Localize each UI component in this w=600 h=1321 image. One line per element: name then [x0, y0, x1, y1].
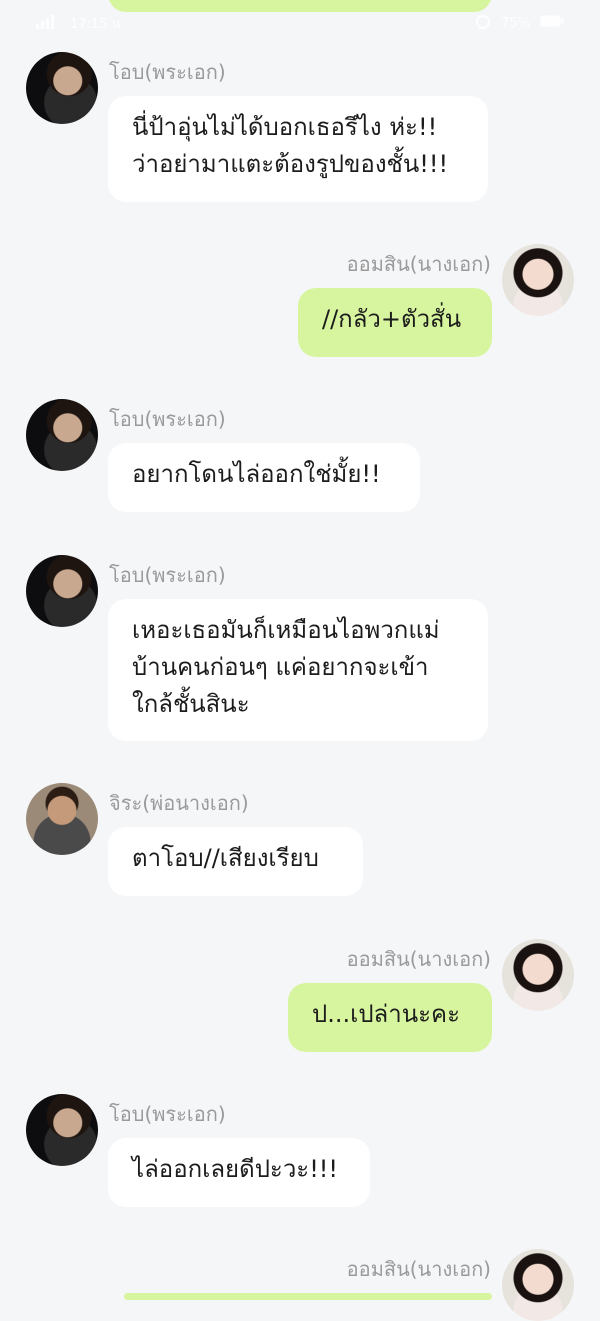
battery-icon	[540, 15, 564, 31]
sender-name: โอบ(พระเอก)	[109, 563, 226, 587]
avatar[interactable]	[502, 939, 574, 1011]
message-bubble[interactable]: เหอะเธอมันก็เหมือนไอพวกแม่ บ้านคนก่อนๆ แ…	[108, 599, 488, 741]
status-time: 17:15 น.	[70, 17, 125, 32]
sender-name: จิระ(พ่อนางเอก)	[109, 791, 249, 815]
message-bubble[interactable]	[124, 1293, 492, 1300]
avatar[interactable]	[26, 1094, 98, 1166]
sender-name: โอบ(พระเอก)	[109, 60, 226, 84]
avatar[interactable]	[502, 1249, 574, 1321]
status-bar: 17:15 น. 75%	[0, 0, 600, 44]
sender-name: โอบ(พระเอก)	[109, 407, 226, 431]
avatar[interactable]	[26, 783, 98, 855]
message-bubble[interactable]: นี่ป้าอุ่นไม่ได้บอกเธอรึไง ห่ะ!! ว่าอย่า…	[108, 96, 488, 202]
avatar[interactable]	[26, 399, 98, 471]
battery-percent: 75%	[501, 15, 530, 31]
avatar[interactable]	[26, 52, 98, 124]
sender-name: โอบ(พระเอก)	[109, 1102, 226, 1126]
message-bubble[interactable]: ไล่ออกเลยดีปะวะ!!!	[108, 1138, 370, 1207]
sender-name: ออมสิน(นางเอก)	[346, 947, 491, 971]
avatar[interactable]	[502, 244, 574, 316]
message-bubble[interactable]: ป...เปล่านะคะ	[288, 983, 492, 1052]
message-bubble[interactable]: อยากโดนไล่ออกใช่มั้ย!!	[108, 443, 420, 512]
sender-name: ออมสิน(นางเอก)	[346, 1257, 491, 1281]
signal-icon	[36, 14, 62, 33]
message-bubble[interactable]: //กลัว+ตัวสั่น	[298, 288, 492, 357]
alarm-icon	[475, 13, 491, 33]
sender-name: ออมสิน(นางเอก)	[346, 252, 491, 276]
avatar[interactable]	[26, 555, 98, 627]
message-bubble[interactable]: ตาโอบ//เสียงเรียบ	[108, 827, 363, 896]
